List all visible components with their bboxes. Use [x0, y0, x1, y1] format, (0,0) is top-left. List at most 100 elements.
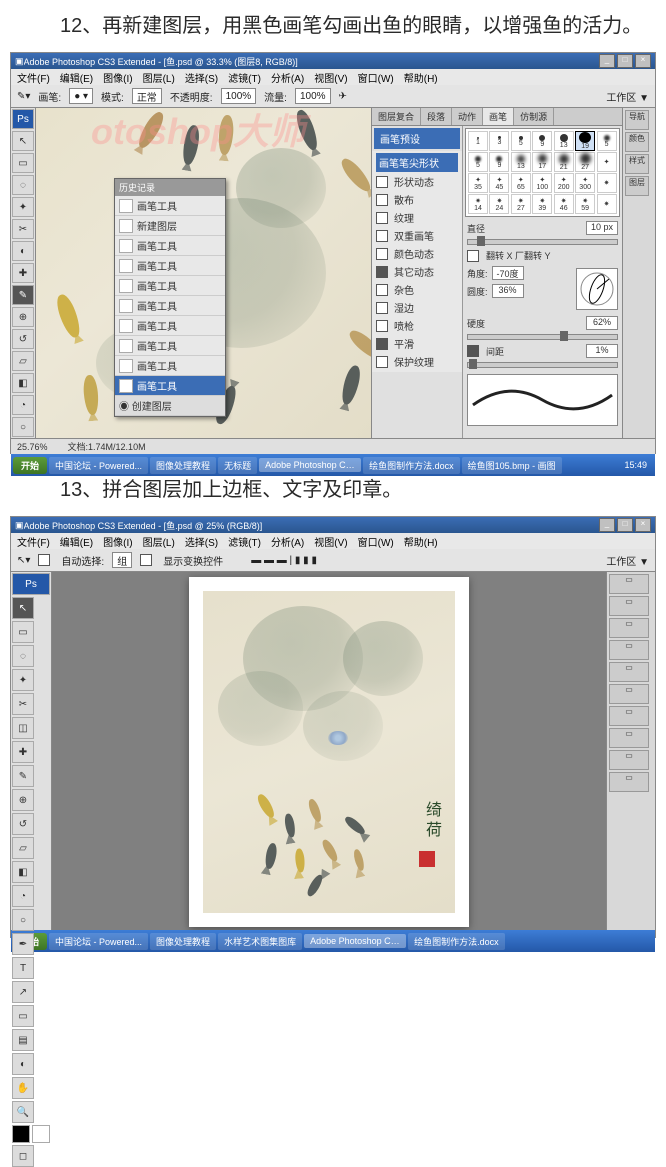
menu-file[interactable]: 文件(F): [17, 70, 50, 85]
history-item[interactable]: 画笔工具: [115, 316, 225, 336]
workspace-dropdown[interactable]: 工作区 ▼: [606, 89, 649, 104]
panel-icon[interactable]: ▭: [609, 618, 649, 638]
workspace-dropdown[interactable]: 工作区 ▼: [606, 553, 649, 568]
hand-tool[interactable]: ✋: [12, 1077, 34, 1099]
menu-help[interactable]: 帮助(H): [404, 534, 438, 549]
panel-icon[interactable]: ▭: [609, 640, 649, 660]
task-item[interactable]: 绘鱼图制作方法.docx: [363, 457, 460, 474]
brush-thumb[interactable]: ✷46: [554, 194, 574, 214]
flow-input[interactable]: 100%: [295, 88, 331, 104]
menu-edit[interactable]: 编辑(E): [60, 534, 93, 549]
slice-tool[interactable]: ◫: [12, 717, 34, 739]
maximize-button[interactable]: □: [617, 54, 633, 68]
spacing-input[interactable]: 1%: [586, 344, 618, 358]
wet-edges[interactable]: 湿边: [376, 299, 458, 316]
tab-paragraph[interactable]: 段落: [421, 108, 452, 125]
menu-window[interactable]: 窗口(W): [358, 534, 394, 549]
tab-actions[interactable]: 动作: [452, 108, 483, 125]
stamp-tool[interactable]: ⊕: [12, 307, 34, 327]
menu-image[interactable]: 图像(I): [103, 70, 132, 85]
history-item[interactable]: 画笔工具: [115, 236, 225, 256]
lasso-tool[interactable]: ◌: [12, 645, 34, 667]
navigator-icon[interactable]: 导航: [625, 110, 649, 130]
crop-tool[interactable]: ✂: [12, 693, 34, 715]
menu-file[interactable]: 文件(F): [17, 534, 50, 549]
menu-filter[interactable]: 滤镜(T): [228, 70, 261, 85]
hardness-slider[interactable]: [467, 334, 618, 340]
brush-thumb[interactable]: 9: [489, 152, 509, 172]
panel-icon[interactable]: ▭: [609, 684, 649, 704]
start-button[interactable]: 开始: [13, 457, 47, 474]
healing-tool[interactable]: ✚: [12, 263, 34, 283]
brush-thumb[interactable]: ✷: [597, 173, 617, 193]
zoom-level[interactable]: 25.76%: [17, 442, 48, 452]
lasso-tool[interactable]: ◌: [12, 175, 34, 195]
task-item[interactable]: 水样艺术图集图库: [218, 933, 302, 950]
brush-picker[interactable]: ● ▾: [69, 88, 93, 104]
menu-view[interactable]: 视图(V): [314, 534, 347, 549]
brush-thumb[interactable]: 5: [597, 131, 617, 151]
bg-color[interactable]: [32, 1125, 50, 1143]
panel-icon[interactable]: ▭: [609, 706, 649, 726]
close-button[interactable]: ×: [635, 54, 651, 68]
menu-image[interactable]: 图像(I): [103, 534, 132, 549]
brush-thumb[interactable]: 13: [511, 152, 531, 172]
brush-thumb[interactable]: ✦45: [489, 173, 509, 193]
flyout-footer[interactable]: ◉ 创建图层: [115, 396, 225, 416]
type-tool[interactable]: T: [12, 957, 34, 979]
brush-thumb[interactable]: ✷24: [489, 194, 509, 214]
eyedropper-tool[interactable]: ◐: [12, 241, 34, 261]
mode-dropdown[interactable]: 正常: [132, 88, 162, 104]
menu-layer[interactable]: 图层(L): [143, 70, 175, 85]
scattering[interactable]: 散布: [376, 191, 458, 208]
dual-brush[interactable]: 双重画笔: [376, 227, 458, 244]
brush-thumb[interactable]: ✷39: [532, 194, 552, 214]
brush-thumb-selected[interactable]: 19: [575, 131, 595, 151]
brush-thumb[interactable]: 13: [554, 131, 574, 151]
dodge-tool[interactable]: ○: [12, 417, 34, 437]
panel-icon[interactable]: ▭: [609, 772, 649, 792]
crop-tool[interactable]: ✂: [12, 219, 34, 239]
panel-icon[interactable]: ▭: [609, 596, 649, 616]
texture[interactable]: 纹理: [376, 209, 458, 226]
path-tool[interactable]: ↗: [12, 981, 34, 1003]
diameter-input[interactable]: 10 px: [586, 221, 618, 235]
close-button[interactable]: ×: [635, 518, 651, 532]
wand-tool[interactable]: ✦: [12, 197, 34, 217]
panel-icon[interactable]: ▭: [609, 728, 649, 748]
tool-preset-icon[interactable]: ✎▾: [17, 91, 30, 102]
pen-tool[interactable]: ✒: [12, 933, 34, 955]
task-item[interactable]: 绘鱼图制作方法.docx: [408, 933, 505, 950]
brush-thumb[interactable]: 3: [489, 131, 509, 151]
menu-analysis[interactable]: 分析(A): [271, 534, 304, 549]
auto-select-checkbox[interactable]: [38, 554, 50, 566]
minimize-button[interactable]: _: [599, 518, 615, 532]
wand-tool[interactable]: ✦: [12, 669, 34, 691]
brush-thumb[interactable]: ✦300: [575, 173, 595, 193]
brush-thumb[interactable]: ✦35: [468, 173, 488, 193]
task-item-active[interactable]: Adobe Photoshop CS3: [259, 458, 361, 472]
brush-thumb[interactable]: 5: [468, 152, 488, 172]
noise[interactable]: 杂色: [376, 281, 458, 298]
menu-edit[interactable]: 编辑(E): [60, 70, 93, 85]
blur-tool[interactable]: ◔: [12, 885, 34, 907]
tool-preset-icon[interactable]: ↖▾: [17, 555, 30, 566]
canvas-area-2[interactable]: 绮 荷: [52, 572, 606, 930]
shape-tool[interactable]: ▭: [12, 1005, 34, 1027]
tab-clone-source[interactable]: 仿制源: [514, 108, 554, 125]
marquee-tool[interactable]: ▭: [12, 153, 34, 173]
panel-icon[interactable]: ▭: [609, 750, 649, 770]
brush-presets-header[interactable]: 画笔预设: [374, 128, 460, 149]
task-item[interactable]: 图像处理教程: [150, 457, 216, 474]
stamp-tool[interactable]: ⊕: [12, 789, 34, 811]
menu-layer[interactable]: 图层(L): [143, 534, 175, 549]
gradient-tool[interactable]: ◧: [12, 373, 34, 393]
brush-thumb[interactable]: ✦100: [532, 173, 552, 193]
brush-thumb[interactable]: ✦200: [554, 173, 574, 193]
panel-icon[interactable]: ▭: [609, 662, 649, 682]
brush-thumb[interactable]: 21: [554, 152, 574, 172]
history-item[interactable]: 画笔工具: [115, 276, 225, 296]
diameter-slider[interactable]: [467, 239, 618, 245]
show-transform-checkbox[interactable]: [140, 554, 152, 566]
menu-select[interactable]: 选择(S): [185, 534, 218, 549]
